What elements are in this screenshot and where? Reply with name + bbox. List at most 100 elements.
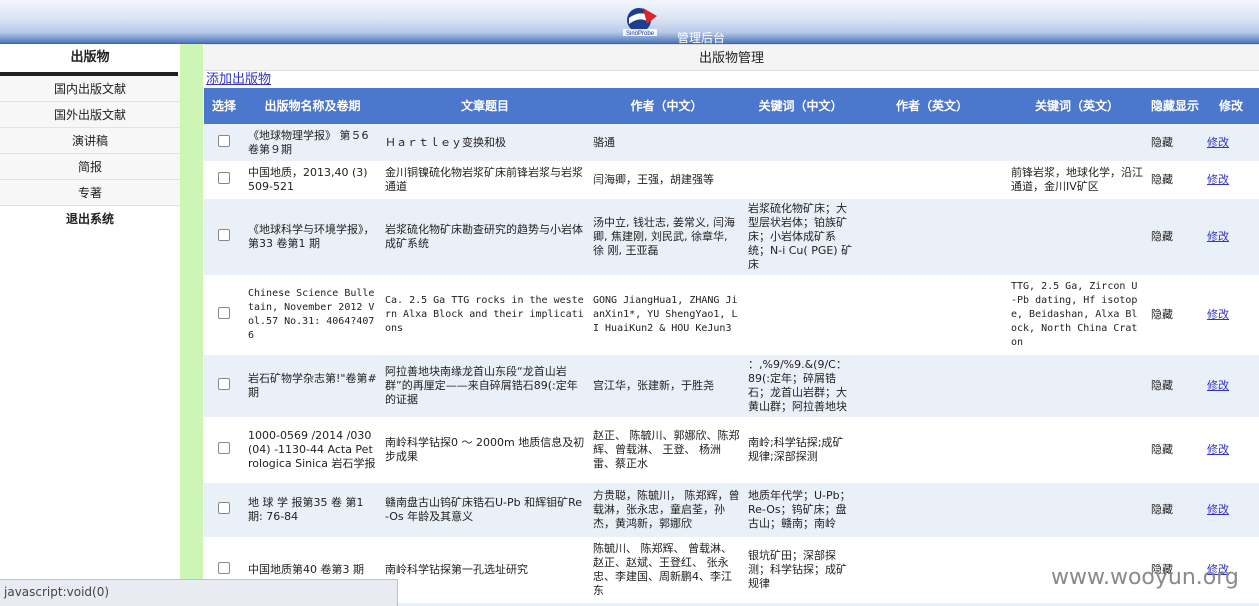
sidebar-heading: 出版物 [70,50,110,65]
row-select-cell [204,124,244,163]
cell-publication: 中国地质，2013,40 (3) 509-521 [244,162,381,199]
cell-hide-toggle[interactable]: 隐藏 [1147,482,1203,539]
sidebar-item-monograph[interactable]: 专著 [0,180,180,206]
row-checkbox[interactable] [218,442,230,454]
table-row: Chinese Science Bulletain, November 2012… [204,276,1259,355]
cell-author-en [857,276,1007,355]
cell-hide-toggle[interactable]: 隐藏 [1147,276,1203,355]
col-keywords-cn: 关键词（中文） [744,88,857,124]
edit-link[interactable]: 修改 [1207,443,1229,456]
cell-author-en [857,198,1007,277]
row-checkbox[interactable] [218,562,230,574]
cell-keywords-en [1007,418,1147,483]
cell-keywords-en [1007,482,1147,539]
row-checkbox[interactable] [218,229,230,241]
cell-title: 南岭科学钻探第一孔选址研究 [381,538,589,603]
col-author-en: 作者（英文） [857,88,1007,124]
cell-title: 南岭科学钻探0 ～ 2000m 地质信息及初步成果 [381,418,589,483]
cell-author-cn: 骆通 [589,124,744,163]
cell-edit: 修改 [1203,354,1259,419]
logout-link[interactable]: 退出系统 [0,206,180,232]
col-author-cn: 作者（中文） [589,88,744,124]
cell-author-cn: 赵正、 陈毓川、郭娜欣、陈郑辉、曾载淋、 王登、 杨洲雷、蔡正水 [589,418,744,483]
col-hide-show: 隐藏显示 [1147,88,1203,124]
cell-hide-toggle[interactable]: 隐藏 [1147,198,1203,277]
col-keywords-en: 关键词（英文） [1007,88,1147,124]
edit-link[interactable]: 修改 [1207,308,1229,321]
cell-keywords-en: 前锋岩浆，地球化学，沿江通道，金川IV矿区 [1007,162,1147,199]
cell-keywords-cn: ：,%9/%9.&(9/C：89(:定年；碎屑锆石；龙首山岩群；大黄山群；阿拉善… [744,354,857,419]
col-title: 文章题目 [381,88,589,124]
cell-hide-toggle[interactable]: 隐藏 [1147,418,1203,483]
logo-text: SinoProbe [626,31,655,37]
edit-link[interactable]: 修改 [1207,379,1229,392]
cell-title: Ｈａｒｔｌｅｙ变换和极 [381,124,589,163]
cell-title: Ca. 2.5 Ga TTG rocks in the western Alxa… [381,276,589,355]
edit-link[interactable]: 修改 [1207,173,1229,186]
cell-publication: 《地球科学与环境学报》，第33 卷第1 期 [244,198,381,277]
sidebar-item-foreign[interactable]: 国外出版文献 [0,102,180,128]
cell-author-cn: GONG JiangHua1, ZHANG JianXin1*, YU Shen… [589,276,744,355]
cell-title: 阿拉善地块南缘龙首山东段“龙首山岩群”的再厘定——来自碎屑锆石89(:定年的证据 [381,354,589,419]
cell-author-cn: 陈毓川、 陈郑辉、 曾载淋、 赵正、赵斌、王登红、 张永忠、李建国、周新鹏4、李… [589,538,744,603]
sidebar: 出版物 国内出版文献 国外出版文献 演讲稿 简报 专著 退出系统 [0,44,180,606]
cell-author-cn: 闫海卿，王强，胡建强等 [589,162,744,199]
cell-edit: 修改 [1203,276,1259,355]
cell-hide-toggle[interactable]: 隐藏 [1147,124,1203,163]
col-edit: 修改 [1203,88,1259,124]
cell-title: 岩浆硫化物矿床勘查研究的趋势与小岩体成矿系统 [381,198,589,277]
cell-keywords-en: TTG, 2.5 Ga, Zircon U-Pb dating, Hf isot… [1007,276,1147,355]
table-row: 岩石矿物学杂志第!"卷第#期 阿拉善地块南缘龙首山东段“龙首山岩群”的再厘定——来… [204,354,1259,419]
cell-hide-toggle[interactable]: 隐藏 [1147,602,1203,606]
cell-author-en [857,124,1007,163]
col-publication: 出版物名称及卷期 [244,88,381,124]
status-bar: javascript:void(0) [0,579,398,606]
cell-edit: 修改 [1203,602,1259,606]
row-checkbox[interactable] [218,172,230,184]
main-content: 出版物管理 添加出版物 选择 出版物名称及卷期 文章题目 作者（中文） 关键词（… [204,44,1259,606]
cell-edit: 修改 [1203,162,1259,199]
row-select-cell [204,276,244,355]
table-row: 《地球物理学报》 第５6卷第９期 Ｈａｒｔｌｅｙ变换和极 骆通 隐藏 修改 [204,124,1259,163]
cell-keywords-en: 科学钻探；超深井钻探技术 [1007,602,1147,606]
cell-keywords-cn: 地质年代学；U-Pb；Re-Os；钨矿床；盘古山；赣南；南岭 [744,482,857,539]
cell-author-cn: 方贵聪，陈毓川， 陈郑辉，曾载淋，张永忠，童启荃，孙 杰，黄鸿新，郭娜欣 [589,482,744,539]
cell-publication: 1000-0569 /2014 /030(04) -1130-44 Acta P… [244,418,381,483]
cell-author-en [857,538,1007,603]
cell-author-cn: 张金昌、谢文卫 [589,602,744,606]
cell-keywords-cn [744,162,857,199]
row-checkbox[interactable] [218,378,230,390]
edit-link[interactable]: 修改 [1207,230,1229,243]
cell-keywords-cn [744,602,857,606]
cell-publication: 地 球 学 报第35 卷 第1 期: 76-84 [244,482,381,539]
cell-title: 赣南盘古山钨矿床锆石U-Pb 和辉钼矿Re-Os 年龄及其意义 [381,482,589,539]
row-select-cell [204,418,244,483]
edit-link[interactable]: 修改 [1207,136,1229,149]
row-checkbox[interactable] [218,134,230,147]
cell-hide-toggle[interactable]: 隐藏 [1147,162,1203,199]
table-header-row: 选择 出版物名称及卷期 文章题目 作者（中文） 关键词（中文） 作者（英文） 关… [204,88,1259,124]
edit-link[interactable]: 修改 [1207,503,1229,516]
cell-keywords-en [1007,124,1147,163]
sidebar-item-speech[interactable]: 演讲稿 [0,128,180,154]
cell-edit: 修改 [1203,482,1259,539]
cell-edit: 修改 [1203,198,1259,277]
publication-table: 选择 出版物名称及卷期 文章题目 作者（中文） 关键词（中文） 作者（英文） 关… [204,88,1259,606]
cell-hide-toggle[interactable]: 隐藏 [1147,354,1203,419]
row-select-cell [204,482,244,539]
cell-publication: 岩石矿物学杂志第!"卷第#期 [244,354,381,419]
sidebar-item-domestic[interactable]: 国内出版文献 [0,76,180,102]
row-checkbox[interactable] [218,502,230,514]
row-select-cell [204,162,244,199]
cell-title: 深探技术国内外现状 [381,602,589,606]
cell-author-en [857,418,1007,483]
cell-keywords-cn [744,276,857,355]
cell-keywords-cn: 岩浆硫化物矿床；大型层状岩体；铂族矿床；小岩体成矿系统；N-i Cu( PGE)… [744,198,857,277]
cell-author-cn: 宫江华，张建新，于胜尧 [589,354,744,419]
cell-keywords-cn: 南岭;科学钻探;成矿规律;深部探测 [744,418,857,483]
cell-author-en [857,162,1007,199]
row-checkbox[interactable] [218,307,230,319]
cell-publication: 《地球物理学报》 第５6卷第９期 [244,124,381,163]
sidebar-item-brief[interactable]: 简报 [0,154,180,180]
add-publication-link[interactable]: 添加出版物 [204,71,1259,88]
